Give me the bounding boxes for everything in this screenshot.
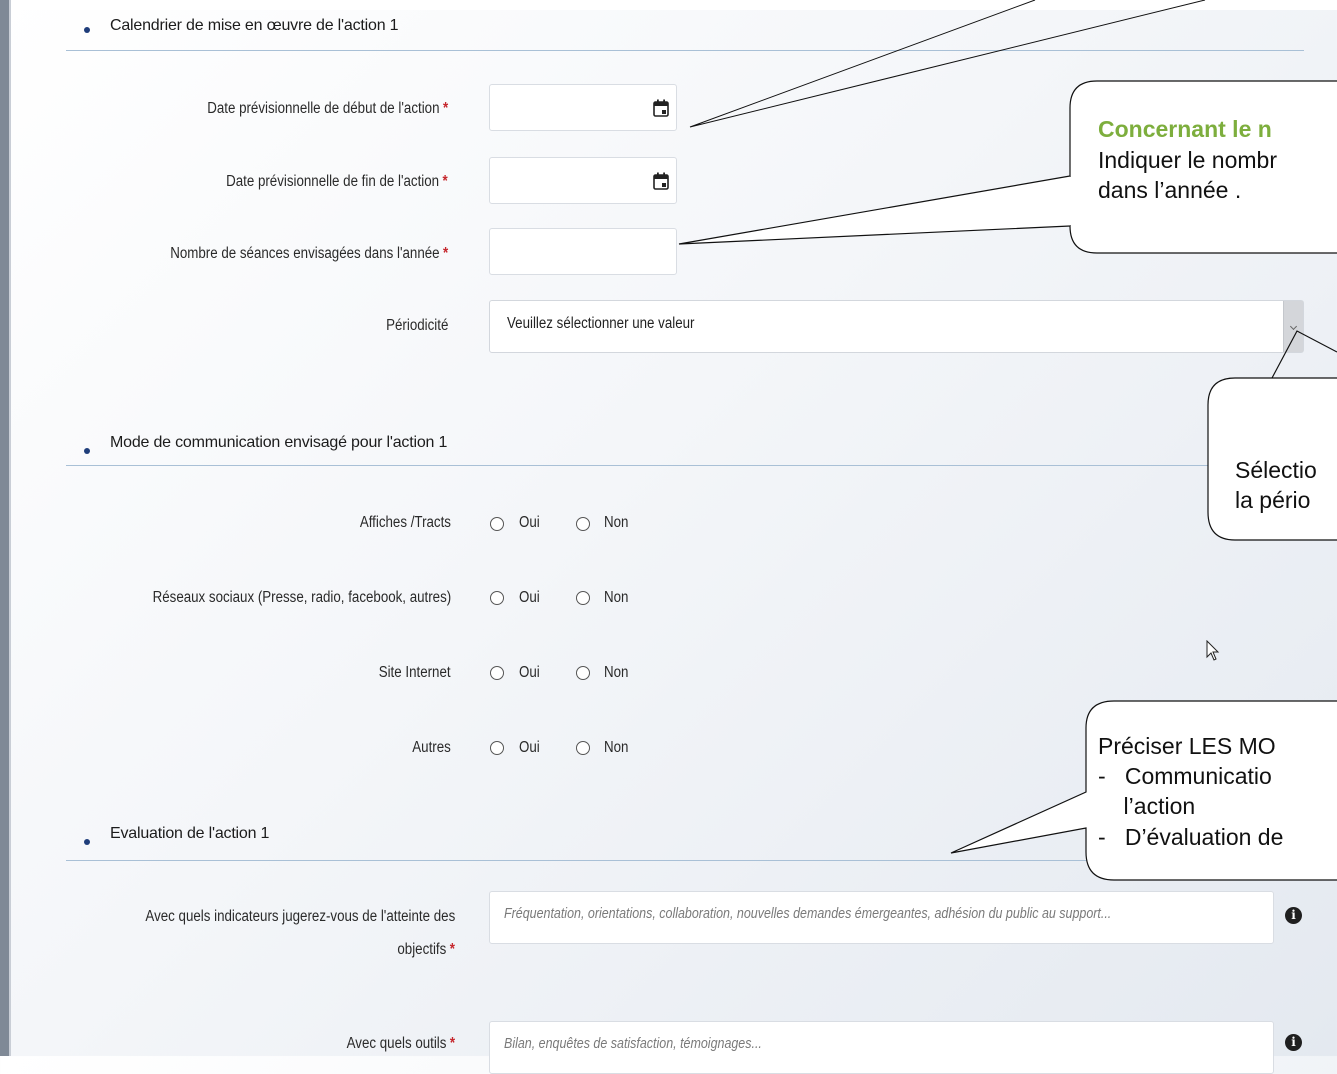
callout-balloon-modes <box>950 700 1337 881</box>
callout-periodicity-line2: la pério <box>1235 487 1311 513</box>
callout-modes-line4: - D’évaluation de <box>1098 824 1284 850</box>
callout-sessions-heading: Concernant le n <box>1098 116 1272 142</box>
callout-sessions-line2: Indiquer le nombr <box>1098 147 1277 173</box>
callout-modes-line1: Préciser LES MO <box>1098 733 1276 759</box>
callout-modes-line2: - Communicatio <box>1098 763 1272 789</box>
callout-sessions-line3: dans l’année . <box>1098 177 1242 203</box>
mouse-cursor-icon <box>1206 640 1220 661</box>
callout-pointer-periodicity <box>1271 330 1337 379</box>
callout-modes-line3: l’action <box>1098 793 1196 819</box>
callout-periodicity-line1: Sélectio <box>1235 457 1317 483</box>
callout-pointer-sessions <box>678 175 1071 245</box>
